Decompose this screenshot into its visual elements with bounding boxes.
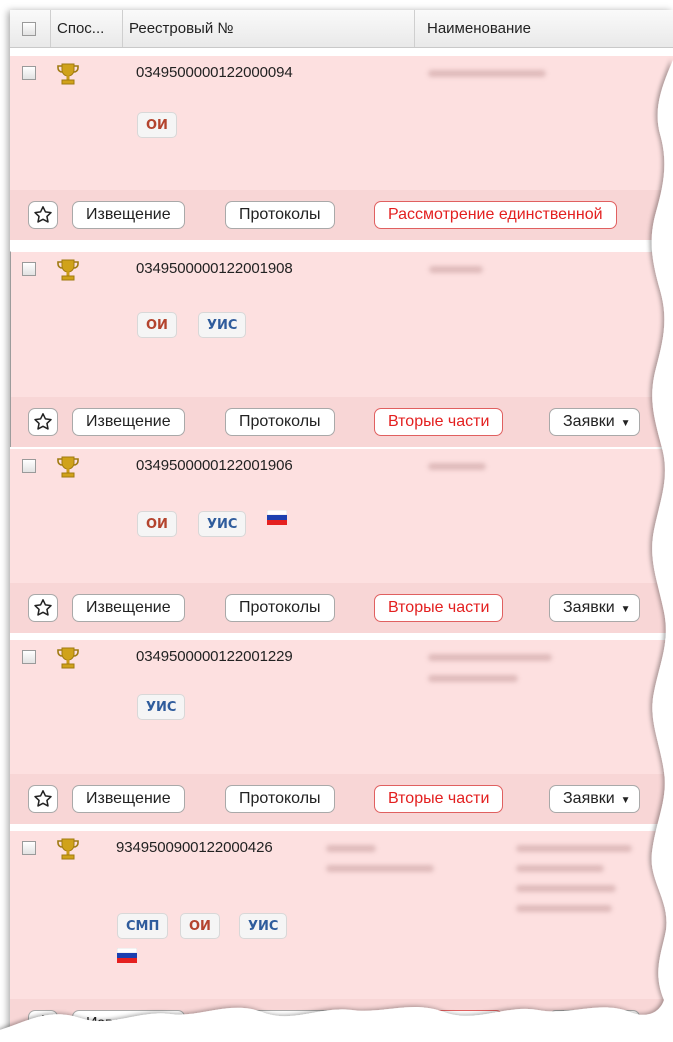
protocols-button[interactable]: Протоколы — [225, 201, 335, 229]
column-header-regnum[interactable]: Реестровый № — [123, 10, 415, 47]
table-row[interactable]: 0349500000122001908 ОИ УИС Извещение Про… — [10, 251, 673, 447]
bids-label: Заявки — [563, 790, 615, 807]
row-actions: Извещение Протоколы Вторые части Заявки ▼ — [11, 397, 672, 447]
row-actions: Извещение Протоколы Рассмотрение единств… — [10, 190, 673, 240]
badge-uis: УИС — [137, 694, 186, 720]
second-parts-button[interactable]: Вторые части — [374, 785, 504, 813]
star-icon — [34, 1015, 52, 1032]
russian-flag-icon — [117, 948, 137, 963]
select-all-checkbox[interactable] — [22, 22, 36, 36]
trophy-icon — [57, 259, 79, 281]
table-row[interactable]: 0349500000122001906 ОИ УИС Извещение Про… — [10, 448, 673, 633]
badge-oi: ОИ — [180, 913, 220, 939]
badge-oi: ОИ — [137, 312, 177, 338]
badge-uis: УИС — [198, 511, 247, 537]
notice-button[interactable]: Извещение — [72, 408, 185, 436]
favorite-button[interactable] — [28, 1010, 58, 1038]
blurred-name — [428, 463, 486, 470]
favorite-button[interactable] — [28, 201, 58, 229]
blurred-name — [428, 654, 552, 661]
chevron-down-icon: ▼ — [620, 795, 631, 806]
protocols-button[interactable]: Протоколы — [225, 594, 335, 622]
results-table: Спос... Реестровый № Наименование 034950… — [10, 10, 673, 1042]
favorite-button[interactable] — [28, 408, 58, 436]
bids-dropdown[interactable]: Заявки ▼ — [549, 785, 640, 813]
registry-number[interactable]: 0349500000122000094 — [136, 64, 293, 81]
blurred-name — [516, 885, 616, 892]
row-checkbox[interactable] — [22, 66, 36, 80]
blurred-name — [516, 865, 604, 872]
chevron-down-icon: ▼ — [620, 1020, 631, 1031]
row-checkbox[interactable] — [22, 262, 36, 276]
blurred-cell — [326, 845, 376, 852]
notice-button[interactable]: Извещение — [72, 201, 185, 229]
registry-number[interactable]: 0349500000122001906 — [136, 457, 293, 474]
badge-uis: УИС — [239, 913, 288, 939]
header-checkbox-cell — [10, 10, 51, 47]
row-checkbox[interactable] — [22, 459, 36, 473]
russian-flag-icon — [267, 510, 287, 525]
bids-dropdown[interactable]: Заявки ▼ — [549, 1010, 640, 1038]
chevron-down-icon: ▼ — [620, 604, 631, 615]
protocols-button[interactable]: Протоколы — [225, 408, 335, 436]
bids-label: Заявки — [563, 413, 615, 430]
review-button[interactable]: Рассмотрение единственной — [374, 201, 617, 229]
star-icon — [34, 790, 52, 807]
favorite-button[interactable] — [28, 785, 58, 813]
registry-number[interactable]: 9349500900122000426 — [116, 839, 273, 856]
second-parts-button[interactable]: Вторые части — [374, 1010, 504, 1038]
blurred-name — [428, 675, 518, 682]
protocols-button[interactable]: Протоколы — [225, 785, 335, 813]
row-checkbox[interactable] — [22, 841, 36, 855]
row-actions: Извещение Протоколы Вторые части Заявки ▼ — [10, 583, 673, 633]
table-header: Спос... Реестровый № Наименование — [10, 10, 673, 48]
bids-dropdown[interactable]: Заявки ▼ — [549, 408, 640, 436]
blurred-name — [516, 845, 632, 852]
star-icon — [34, 206, 52, 223]
chevron-down-icon: ▼ — [620, 418, 631, 429]
second-parts-button[interactable]: Вторые части — [374, 408, 504, 436]
trophy-icon — [57, 647, 79, 669]
registry-number[interactable]: 0349500000122001908 — [136, 260, 293, 277]
favorite-button[interactable] — [28, 594, 58, 622]
badge-smp: СМП — [117, 913, 169, 939]
badge-uis: УИС — [198, 312, 247, 338]
column-header-method[interactable]: Спос... — [51, 10, 123, 47]
bids-label: Заявки — [563, 1015, 615, 1032]
registry-number[interactable]: 0349500000122001229 — [136, 648, 293, 665]
trophy-icon — [57, 838, 79, 860]
badge-oi: ОИ — [137, 511, 177, 537]
second-parts-button[interactable]: Вторые части — [374, 594, 504, 622]
table-row[interactable]: 0349500000122001229 УИС Извещение Проток… — [10, 639, 673, 824]
star-icon — [34, 599, 52, 616]
badge-oi: ОИ — [137, 112, 177, 138]
row-actions: Извещение Протоколы Вторые части Заявки ▼ — [10, 999, 673, 1042]
table-row[interactable]: 9349500900122000426 СМП ОИ УИС Извещение… — [10, 830, 673, 1042]
blurred-name — [516, 905, 612, 912]
notice-button[interactable]: Извещение — [72, 785, 185, 813]
blurred-name — [429, 266, 483, 273]
star-icon — [34, 413, 52, 430]
row-actions: Извещение Протоколы Вторые части Заявки ▼ — [10, 774, 673, 824]
row-checkbox[interactable] — [22, 650, 36, 664]
notice-button[interactable]: Извещение — [72, 594, 185, 622]
trophy-icon — [57, 63, 79, 85]
trophy-icon — [57, 456, 79, 478]
blurred-name — [428, 70, 546, 77]
protocols-button[interactable]: Протоколы — [225, 1010, 335, 1038]
blurred-cell — [326, 865, 434, 872]
bids-label: Заявки — [563, 599, 615, 616]
column-header-name[interactable]: Наименование — [415, 10, 673, 47]
bids-dropdown[interactable]: Заявки ▼ — [549, 594, 640, 622]
notice-button[interactable]: Извещение — [72, 1010, 185, 1038]
table-row[interactable]: 0349500000122000094 ОИ Извещение Протоко… — [10, 55, 673, 240]
